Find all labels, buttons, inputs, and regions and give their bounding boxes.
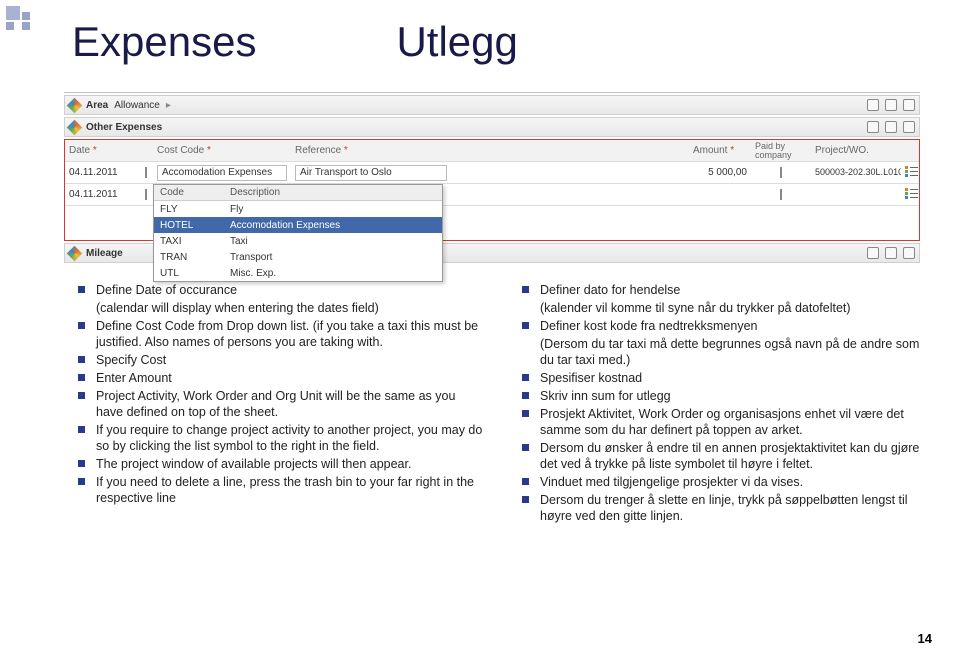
calendar-icon[interactable] — [145, 167, 147, 178]
col-reference: Reference — [295, 145, 341, 156]
bullet-item: Prosjekt Aktivitet, Work Order og organi… — [518, 406, 928, 438]
bullet-item: Enter Amount — [74, 370, 484, 386]
panel-action-icon[interactable] — [903, 99, 915, 111]
table-header-row: Date * Cost Code * Reference * Amount * … — [65, 140, 919, 162]
col-cost-code: Cost Code — [157, 145, 204, 156]
left-bullet-list: Define Date of occurance (calendar will d… — [74, 282, 484, 526]
col-date: Date — [69, 145, 90, 156]
panel-action-icon[interactable] — [867, 247, 879, 259]
col-project: Project/WO. — [811, 145, 901, 156]
col-paid-by: Paid by company — [751, 142, 811, 160]
section-other-expenses[interactable]: Other Expenses — [64, 117, 920, 137]
cell-date[interactable]: 04.11.2011 — [65, 189, 141, 200]
page-number: 14 — [918, 631, 932, 646]
section-mileage-label: Mileage — [86, 248, 123, 259]
checkbox-icon[interactable] — [780, 189, 782, 200]
expenses-table: Date * Cost Code * Reference * Amount * … — [64, 139, 920, 241]
bullet-item: Vinduet med tilgjengelige prosjekter vi … — [518, 474, 928, 490]
diamond-icon — [67, 245, 83, 261]
bullet-item: (kalender vil komme til syne når du tryk… — [518, 300, 928, 316]
panel-action-icon[interactable] — [867, 121, 879, 133]
title-right: Utlegg — [396, 18, 517, 66]
table-row: 04.11.2011 Accomodation Expenses Air Tra… — [65, 162, 919, 184]
section-other-label: Other Expenses — [86, 122, 162, 133]
bullet-item: If you need to delete a line, press the … — [74, 474, 484, 506]
dropdown-option[interactable]: HOTELAccomodation Expenses — [154, 217, 442, 233]
dropdown-option[interactable]: TRANTransport — [154, 249, 442, 265]
panel-action-icon[interactable] — [885, 99, 897, 111]
right-bullet-list: Definer dato for hendelse (kalender vil k… — [518, 282, 928, 526]
section-area-value: Allowance — [114, 100, 160, 111]
dropdown-header-desc: Description — [230, 187, 436, 198]
dropdown-option[interactable]: TAXITaxi — [154, 233, 442, 249]
cost-code-input[interactable]: Accomodation Expenses — [157, 165, 287, 181]
bullet-item: Dersom du ønsker å endre til en annen pr… — [518, 440, 928, 472]
panel-action-icon[interactable] — [885, 121, 897, 133]
col-amount: Amount — [693, 145, 727, 156]
cell-amount[interactable]: 5 000,00 — [689, 167, 751, 178]
reference-input[interactable]: Air Transport to Oslo — [295, 165, 447, 181]
list-icon[interactable] — [905, 187, 919, 199]
bullet-item: (Dersom du tar taxi må dette begrunnes o… — [518, 336, 928, 368]
bullet-item: Spesifiser kostnad — [518, 370, 928, 386]
bullet-item: The project window of available projects… — [74, 456, 484, 472]
diamond-icon — [67, 97, 83, 113]
panel-action-icon[interactable] — [885, 247, 897, 259]
diamond-icon — [67, 119, 83, 135]
dropdown-option[interactable]: UTLMisc. Exp. — [154, 265, 442, 281]
bullet-item: Skriv inn sum for utlegg — [518, 388, 928, 404]
bullet-item: Definer kost kode fra nedtrekksmenyen — [518, 318, 928, 334]
section-area-label: Area — [86, 100, 108, 111]
slide-corner-decoration — [6, 6, 30, 30]
bullet-item: Dersom du trenger å slette en linje, try… — [518, 492, 928, 524]
slide-title-row: Expenses Utlegg — [72, 18, 920, 66]
instruction-columns: Define Date of occurance (calendar will d… — [74, 282, 928, 526]
list-icon[interactable] — [905, 165, 919, 177]
bullet-item: Specify Cost — [74, 352, 484, 368]
app-screenshot: Area Allowance ▸ Other Expenses Date * C… — [64, 92, 920, 263]
panel-action-icon[interactable] — [903, 247, 915, 259]
checkbox-icon[interactable] — [780, 167, 782, 178]
bullet-item: (calendar will display when entering the… — [74, 300, 484, 316]
bullet-item: If you require to change project activit… — [74, 422, 484, 454]
bullet-item: Project Activity, Work Order and Org Uni… — [74, 388, 484, 420]
bullet-item: Definer dato for hendelse — [518, 282, 928, 298]
title-left: Expenses — [72, 18, 256, 66]
panel-action-icon[interactable] — [903, 121, 915, 133]
panel-action-icon[interactable] — [867, 99, 879, 111]
bullet-item: Define Date of occurance — [74, 282, 484, 298]
dropdown-header-code: Code — [160, 187, 230, 198]
bullet-item: Define Cost Code from Drop down list. (i… — [74, 318, 484, 350]
section-area[interactable]: Area Allowance ▸ — [64, 95, 920, 115]
cost-code-dropdown[interactable]: Code Description FLYFlyHOTELAccomodation… — [153, 184, 443, 282]
calendar-icon[interactable] — [145, 189, 147, 200]
cell-project[interactable]: 500003-202.30L.L010 — [811, 168, 901, 177]
dropdown-option[interactable]: FLYFly — [154, 201, 442, 217]
cell-date[interactable]: 04.11.2011 — [65, 167, 141, 178]
